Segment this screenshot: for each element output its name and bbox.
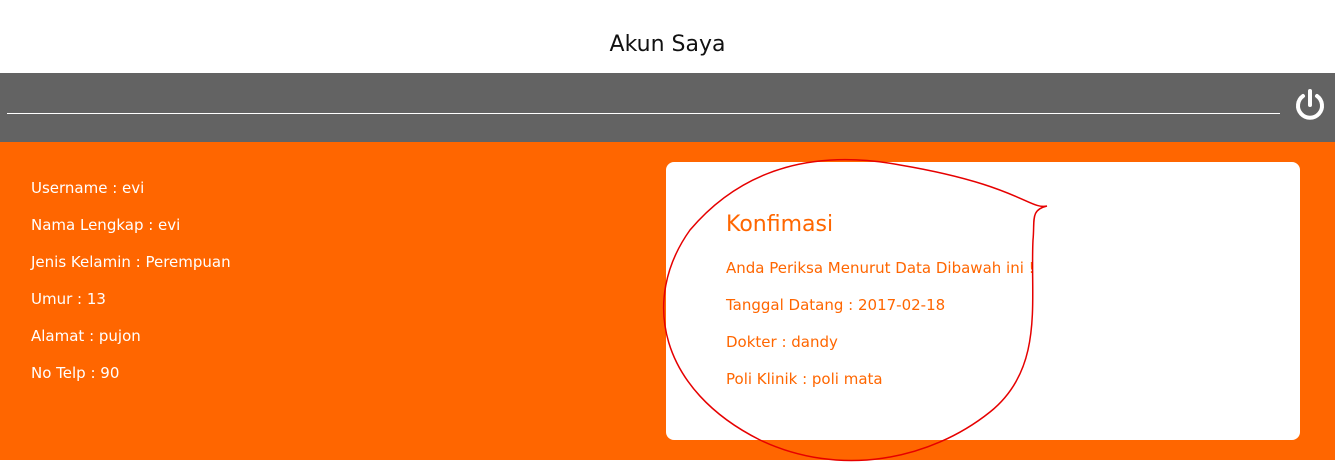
power-icon (1296, 89, 1324, 120)
logout-button[interactable] (1293, 88, 1327, 122)
confirmation-date: Tanggal Datang : 2017-02-18 (726, 296, 946, 314)
profile-full-name: Nama Lengkap : evi (31, 216, 181, 234)
profile-username: Username : evi (31, 179, 145, 197)
confirmation-notice: Anda Periksa Menurut Data Dibawah ini ! (726, 259, 1035, 277)
confirmation-doctor: Dokter : dandy (726, 333, 838, 351)
profile-address: Alamat : pujon (31, 327, 141, 345)
profile-gender: Jenis Kelamin : Perempuan (31, 253, 231, 271)
confirmation-card: Konfimasi Anda Periksa Menurut Data Diba… (666, 162, 1300, 440)
profile-info: Username : evi Nama Lengkap : evi Jenis … (31, 178, 231, 400)
confirmation-clinic: Poli Klinik : poli mata (726, 370, 883, 388)
confirmation-details: Anda Periksa Menurut Data Dibawah ini ! … (726, 258, 1035, 406)
page-title: Akun Saya (609, 32, 726, 57)
content-area: Username : evi Nama Lengkap : evi Jenis … (0, 142, 1335, 460)
profile-phone: No Telp : 90 (31, 364, 120, 382)
confirmation-title: Konfimasi (726, 212, 834, 237)
toolbar (0, 73, 1335, 142)
page: Akun Saya Username : evi Nama Lengkap : … (0, 0, 1335, 469)
profile-age: Umur : 13 (31, 290, 106, 308)
toolbar-divider (7, 113, 1280, 114)
